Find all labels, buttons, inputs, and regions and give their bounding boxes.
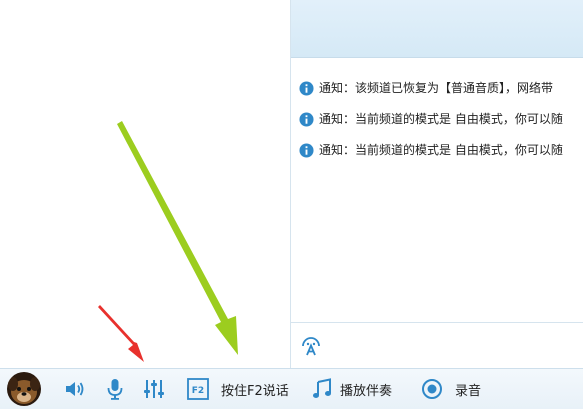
record-label: 录音: [455, 383, 482, 399]
f2-key-icon: F2: [187, 378, 209, 400]
info-icon: [299, 80, 314, 96]
microphone-icon: [107, 379, 123, 400]
avatar[interactable]: [7, 372, 41, 406]
notice-text: 当前频道的模式是 自由模式，你可以随: [355, 112, 563, 126]
speaker-icon: [66, 382, 84, 396]
info-icon: [299, 142, 314, 158]
play-accompaniment-button[interactable]: 播放伴奏: [312, 376, 392, 402]
speaker-button[interactable]: [63, 376, 87, 402]
chat-panel: 通知： 该频道已恢复为【普通音质】，网络带 通知： 当前频道的模式是 自由模式，…: [290, 0, 583, 368]
notice-list: 通知： 该频道已恢复为【普通音质】，网络带 通知： 当前频道的模式是 自由模式，…: [299, 78, 583, 171]
notice-text: 当前频道的模式是 自由模式，你可以随: [355, 143, 563, 157]
push-to-talk-button[interactable]: F2 按住F2说话: [187, 376, 289, 402]
notice-text: 该频道已恢复为【普通音质】，网络带: [355, 81, 554, 95]
emoji-icon[interactable]: [299, 333, 323, 357]
info-icon: [299, 111, 314, 127]
dog-avatar-icon: [7, 372, 41, 406]
chat-header: [291, 0, 583, 58]
notice-label: 通知：: [319, 143, 356, 157]
notice-label: 通知：: [319, 112, 356, 126]
music-note-icon: [313, 378, 331, 398]
record-icon: [422, 379, 442, 399]
mixer-settings-button[interactable]: [142, 376, 166, 402]
mixer-settings-icon: [144, 380, 164, 398]
left-pane: [0, 0, 290, 368]
notice-item: 通知： 该频道已恢复为【普通音质】，网络带: [299, 78, 583, 98]
bottom-toolbar: F2 按住F2说话 播放伴奏 录音: [0, 368, 583, 409]
record-button[interactable]: 录音: [421, 376, 481, 402]
message-input-area[interactable]: [291, 322, 583, 368]
notice-label: 通知：: [319, 81, 356, 95]
push-to-talk-label: 按住F2说话: [221, 383, 289, 399]
microphone-button[interactable]: [104, 376, 126, 402]
play-accompaniment-label: 播放伴奏: [340, 383, 393, 399]
notice-item: 通知： 当前频道的模式是 自由模式，你可以随: [299, 109, 583, 129]
f2-key-text: F2: [192, 386, 204, 396]
notice-item: 通知： 当前频道的模式是 自由模式，你可以随: [299, 140, 583, 160]
